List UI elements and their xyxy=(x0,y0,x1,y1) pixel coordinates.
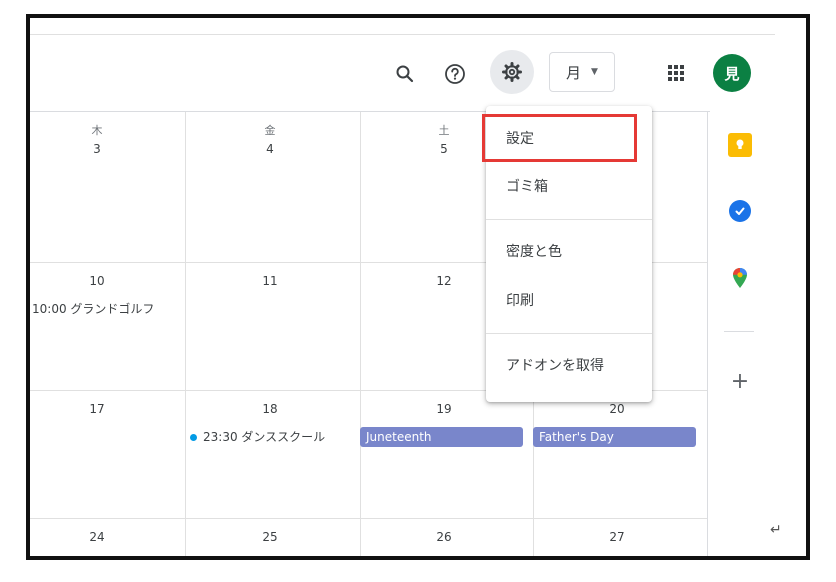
side-panel-divider xyxy=(707,112,708,556)
return-arrow-icon: ↵ xyxy=(770,522,782,538)
day-number[interactable]: 10 xyxy=(77,274,117,288)
event-dot xyxy=(190,434,197,441)
grid-column-divider xyxy=(185,112,186,556)
weekday-sat: 土 xyxy=(438,124,450,137)
day-number[interactable]: 25 xyxy=(250,530,290,544)
day-number[interactable]: 24 xyxy=(77,530,117,544)
event-golf[interactable]: 10:00 グランドゴルフ xyxy=(32,300,182,317)
grid-row-divider xyxy=(30,518,707,519)
menu-item-density-color[interactable]: 密度と色 xyxy=(486,230,652,274)
apps-grid-icon xyxy=(668,65,684,81)
day-number[interactable]: 19 xyxy=(424,402,464,416)
event-dance-label: 23:30 ダンススクール xyxy=(203,430,326,444)
day-number[interactable]: 5 xyxy=(424,142,464,156)
maps-pin-icon xyxy=(733,268,747,288)
maps-button[interactable] xyxy=(728,266,752,290)
day-number[interactable]: 27 xyxy=(597,530,637,544)
menu-divider xyxy=(486,219,652,220)
menu-divider xyxy=(486,333,652,334)
calendar-window: 月 ▼ 見 木 金 土 3 4 5 10 11 12 10:00 グランドゴルフ xyxy=(26,14,810,560)
day-number[interactable]: 26 xyxy=(424,530,464,544)
event-dance[interactable]: 23:30 ダンススクール xyxy=(190,428,356,445)
top-divider xyxy=(30,34,775,35)
keep-bulb-icon xyxy=(736,139,744,149)
tasks-check-icon xyxy=(735,207,745,215)
chevron-down-icon: ▼ xyxy=(591,67,598,77)
menu-item-trash[interactable]: ゴミ箱 xyxy=(486,165,652,209)
account-avatar[interactable]: 見 xyxy=(713,54,751,92)
settings-button[interactable] xyxy=(490,50,534,94)
search-button[interactable] xyxy=(387,56,423,92)
day-number[interactable]: 11 xyxy=(250,274,290,288)
event-fathers-day[interactable]: Father's Day xyxy=(533,427,696,447)
apps-button[interactable] xyxy=(657,54,695,92)
annotation-highlight-box xyxy=(482,114,637,162)
day-number[interactable]: 17 xyxy=(77,402,117,416)
grid-column-divider xyxy=(360,112,361,556)
add-addon-icon[interactable]: + xyxy=(728,370,752,394)
weekday-fri: 金 xyxy=(264,124,276,137)
side-panel-separator xyxy=(724,331,754,332)
help-icon xyxy=(445,64,465,84)
view-selector[interactable]: 月 ▼ xyxy=(549,52,615,92)
search-icon xyxy=(396,65,414,83)
day-number[interactable]: 18 xyxy=(250,402,290,416)
help-button[interactable] xyxy=(437,56,473,92)
day-number[interactable]: 3 xyxy=(77,142,117,156)
weekday-thu: 木 xyxy=(91,124,103,137)
event-juneteenth[interactable]: Juneteenth xyxy=(360,427,523,447)
menu-item-print[interactable]: 印刷 xyxy=(486,279,652,323)
menu-item-get-addons[interactable]: アドオンを取得 xyxy=(486,344,652,388)
day-number[interactable]: 4 xyxy=(250,142,290,156)
gear-icon xyxy=(502,62,522,82)
view-label: 月 xyxy=(566,63,582,82)
tasks-button[interactable] xyxy=(729,200,751,222)
day-number[interactable]: 12 xyxy=(424,274,464,288)
keep-button[interactable] xyxy=(728,133,752,157)
day-number[interactable]: 20 xyxy=(597,402,637,416)
